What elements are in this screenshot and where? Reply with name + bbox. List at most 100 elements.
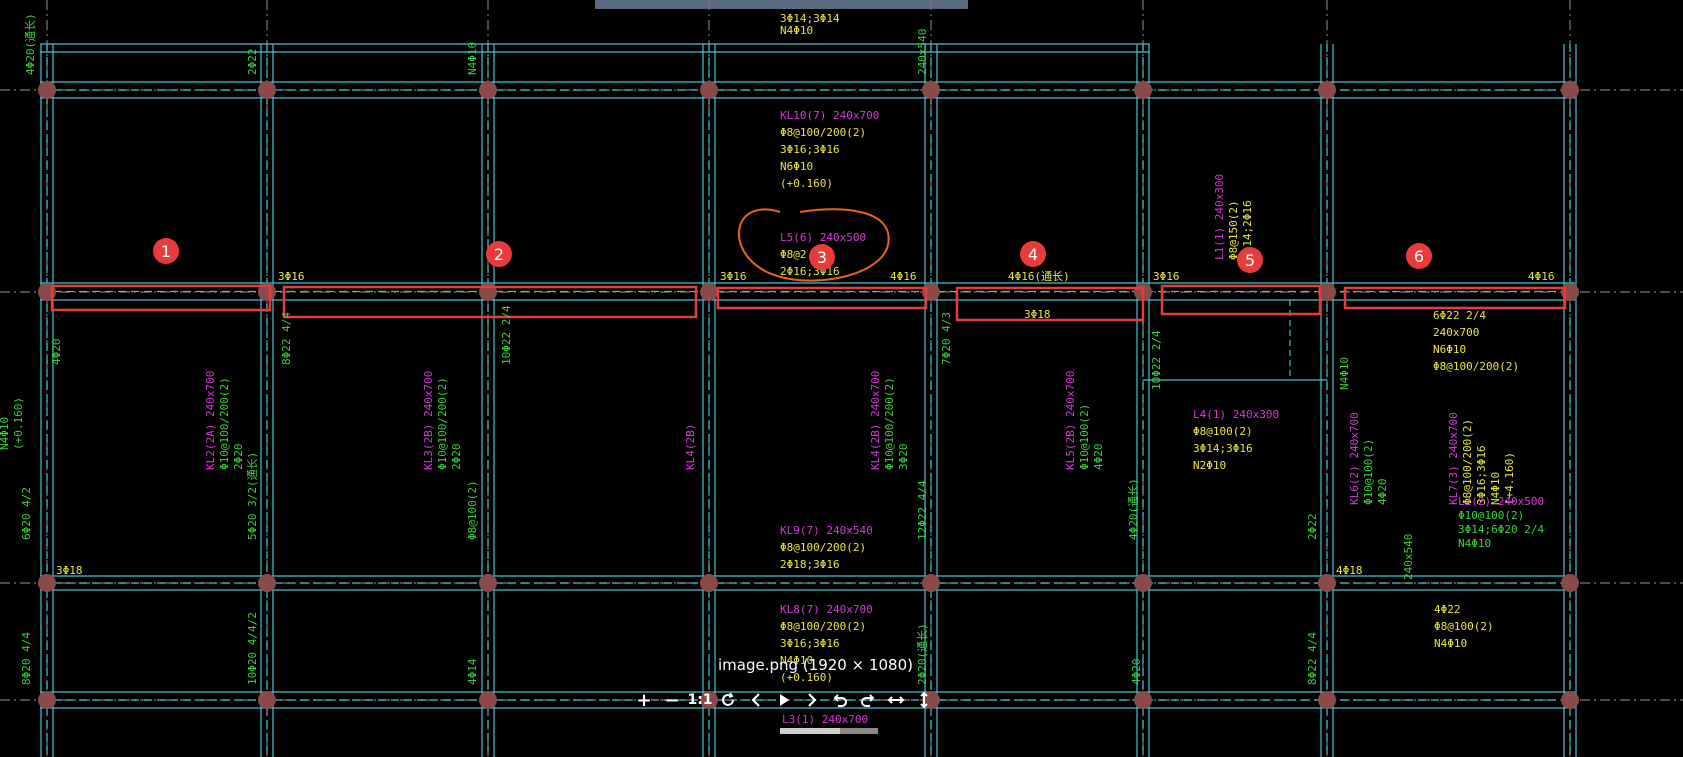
grid-node bbox=[1561, 81, 1579, 99]
column-rebar-label: 6Φ20 4/2 bbox=[20, 487, 33, 540]
grid-node bbox=[258, 81, 276, 99]
column-rebar-label: 8Φ22 4/4 bbox=[1306, 632, 1319, 685]
column-rebar-label: 4Φ20 bbox=[50, 339, 63, 366]
l3-label: L3(1) 240x700 bbox=[782, 713, 868, 726]
image-caption: image.png (1920 × 1080) bbox=[718, 656, 913, 674]
kl3-label: KL3(2B) 240x700 bbox=[422, 371, 435, 470]
grid-node bbox=[1318, 691, 1336, 709]
kl10-label: KL10(7) 240x700 bbox=[780, 109, 879, 122]
cad-drawing[interactable]: 3Φ14;3Φ14N4Φ10KL10(7) 240x700Φ8@100/200(… bbox=[0, 0, 1683, 757]
kl10-label: 3Φ16;3Φ16 bbox=[780, 143, 840, 156]
marker-1: 1 bbox=[153, 238, 179, 264]
column-rebar-label: 4Φ14 bbox=[466, 658, 479, 685]
grid-node bbox=[1561, 691, 1579, 709]
kl6-label: 4Φ20 bbox=[1376, 479, 1389, 506]
grid-node bbox=[479, 283, 497, 301]
kl6-label: KL6(2) 240x700 bbox=[1348, 412, 1361, 505]
kl10-label: N6Φ10 bbox=[780, 160, 813, 173]
grid-node bbox=[258, 691, 276, 709]
grid-node bbox=[700, 574, 718, 592]
beam-top-mark: 4Φ16 bbox=[890, 270, 917, 283]
kl5-label: 4Φ20 bbox=[1092, 444, 1105, 471]
grid-node bbox=[922, 81, 940, 99]
highlight-box-1 bbox=[50, 284, 272, 312]
grid-node bbox=[1134, 691, 1152, 709]
beam-mid-mark: 4Φ18 bbox=[1336, 564, 1363, 577]
grid-node bbox=[922, 283, 940, 301]
right-block-label: 240x700 bbox=[1433, 326, 1479, 339]
column-rebar-label: 12Φ22 4/4 bbox=[916, 480, 929, 540]
kl8-label: 3Φ16;3Φ16 bbox=[780, 637, 840, 650]
l1-label: Φ8@150(2) bbox=[1227, 200, 1240, 260]
column-rebar-label: 4Φ20(通长) bbox=[24, 13, 37, 75]
rotate-left-icon[interactable] bbox=[826, 688, 854, 712]
chevron-right-icon[interactable] bbox=[798, 688, 826, 712]
left-edge-label: N4Φ10 bbox=[0, 417, 11, 450]
l4-label: L4(1) 240x300 bbox=[1193, 408, 1279, 421]
beam-mid-mark: 3Φ18 bbox=[56, 564, 83, 577]
kl10-label: Φ8@100/200(2) bbox=[780, 126, 866, 139]
right-block2-label: 4Φ22 bbox=[1434, 603, 1461, 616]
rotate-right-icon[interactable] bbox=[854, 688, 882, 712]
grid-node bbox=[700, 81, 718, 99]
grid-node bbox=[38, 574, 56, 592]
kl2-label: KL2(2A) 240x700 bbox=[204, 371, 217, 470]
column-rebar-label: 5Φ20 3/2(通长) bbox=[246, 452, 259, 540]
l1-label: L1(1) 240x300 bbox=[1213, 174, 1226, 260]
l4-label: N2Φ10 bbox=[1193, 459, 1226, 472]
column-rebar-label: 240x540 bbox=[1402, 534, 1415, 580]
fit-height-icon[interactable] bbox=[910, 688, 938, 712]
zoom-in-button[interactable]: + bbox=[630, 688, 658, 712]
right-block2-label: Φ8@100(2) bbox=[1434, 620, 1494, 633]
grid-node bbox=[258, 574, 276, 592]
kl9-label: KL9(7) 240x540 bbox=[780, 524, 873, 537]
grid-node bbox=[1561, 283, 1579, 301]
left-edge-label: (+0.160) bbox=[12, 397, 25, 450]
kl4-label: KL4(2B) bbox=[684, 424, 697, 470]
right-block-label: N6Φ10 bbox=[1433, 343, 1466, 356]
kl10-label: (+0.160) bbox=[780, 177, 833, 190]
marker-number: 6 bbox=[1414, 247, 1424, 266]
actual-size-button[interactable]: 1:1 bbox=[686, 688, 714, 712]
marker-3: 3 bbox=[809, 244, 835, 270]
kl2-label: Φ10@100/200(2) bbox=[218, 377, 231, 470]
refresh-icon[interactable] bbox=[714, 688, 742, 712]
grid-node bbox=[38, 81, 56, 99]
l5-label: 2Φ16;3Φ16 bbox=[780, 265, 840, 278]
column-rebar-label: N4Φ10 bbox=[1338, 357, 1351, 390]
column-rebar-label: 8Φ20 4/4 bbox=[20, 632, 33, 685]
column-rebar-label: 10Φ20 4/4/2 bbox=[246, 612, 259, 685]
grid-node bbox=[1561, 574, 1579, 592]
chevron-left-icon[interactable] bbox=[742, 688, 770, 712]
grid-node bbox=[922, 574, 940, 592]
highlight-box-6 bbox=[1343, 286, 1567, 310]
right-block-label: Φ8@100/200(2) bbox=[1433, 360, 1519, 373]
l4-label: 3Φ14;3Φ16 bbox=[1193, 442, 1253, 455]
beam-top-mark: 3Φ16 bbox=[278, 270, 305, 283]
column-rebar-label: 7Φ20 4/3 bbox=[940, 312, 953, 365]
fit-width-icon[interactable] bbox=[882, 688, 910, 712]
zoom-out-button[interactable]: − bbox=[658, 688, 686, 712]
grid-node bbox=[479, 81, 497, 99]
kl6-label: Φ10@100(2) bbox=[1362, 439, 1375, 505]
kl3-label: Φ10@100/200(2) bbox=[436, 377, 449, 470]
grid-node bbox=[1318, 81, 1336, 99]
grid-node bbox=[1134, 81, 1152, 99]
column-rebar-label: 240x540 bbox=[916, 29, 929, 75]
l5-label: L5(6) 240x500 bbox=[780, 231, 866, 244]
column-rebar-label: Φ8@100(2) bbox=[466, 480, 479, 540]
kl7-label: KL7(3) 240x700 bbox=[1447, 412, 1460, 505]
l5-label: Φ8@2 bbox=[780, 248, 807, 261]
column-rebar-label: 2Φ22 bbox=[246, 49, 259, 76]
kl5-label: KL5(2B) 240x700 bbox=[1064, 371, 1077, 470]
play-icon[interactable] bbox=[770, 688, 798, 712]
column-rebar-label: 10Φ22 2/4 bbox=[1150, 330, 1163, 390]
kl4b-label: KL4(2B) 240x700 bbox=[869, 371, 882, 470]
marker-number: 5 bbox=[1245, 251, 1255, 270]
right-block-label: 6Φ22 2/4 bbox=[1433, 309, 1486, 322]
marker-4: 4 bbox=[1020, 241, 1046, 267]
grid-node bbox=[700, 283, 718, 301]
column-rebar-label: 8Φ22 4/4 bbox=[280, 312, 293, 365]
column-rebar-label: N4Φ10 bbox=[466, 42, 479, 75]
column-rebar-label: 4Φ20(通长) bbox=[1127, 478, 1140, 540]
